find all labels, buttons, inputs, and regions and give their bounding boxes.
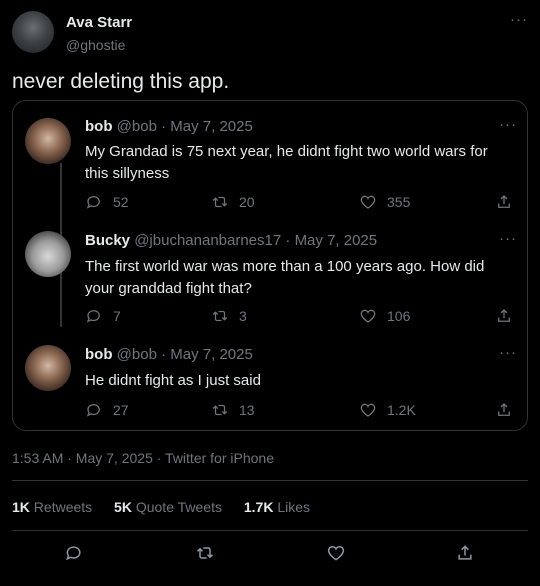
reply-date[interactable]: May 7, 2025 (170, 346, 253, 363)
reply-header: bob @bob · May 7, 2025 (85, 346, 253, 363)
tweet-timestamp[interactable]: 1:53 AM · May 7, 2025 · Twitter for iPho… (12, 450, 274, 466)
reply-author-name[interactable]: Bucky (85, 232, 130, 249)
more-icon[interactable]: ··· (499, 117, 517, 132)
reply-author-handle[interactable]: @bob (117, 118, 157, 135)
share-icon (458, 545, 472, 560)
reply-action-button[interactable] (64, 543, 84, 568)
reply-count: 27 (113, 402, 129, 418)
retweet-button[interactable]: 3 (211, 307, 247, 325)
like-icon (360, 309, 376, 323)
like-icon (360, 195, 376, 209)
retweets-stat[interactable]: 1K Retweets (12, 499, 96, 515)
reply-author-name[interactable]: bob (85, 118, 113, 135)
author-name[interactable]: Ava Starr (66, 14, 132, 31)
quotes-stat[interactable]: 5K Quote Tweets (114, 499, 226, 515)
more-icon[interactable]: ··· (499, 231, 517, 246)
author-handle[interactable]: @ghostie (66, 37, 125, 53)
retweets-label: Retweets (33, 499, 93, 515)
reply-avatar[interactable] (25, 231, 71, 277)
author-avatar[interactable] (12, 11, 54, 53)
share-button[interactable] (495, 307, 513, 325)
reply-avatar[interactable] (25, 118, 71, 164)
reply-author-handle[interactable]: @bob (117, 346, 157, 363)
retweet-count: 3 (239, 308, 247, 324)
reply-count: 7 (113, 308, 121, 324)
likes-label: Likes (277, 499, 311, 515)
reply-text: He didnt fight as I just said (85, 372, 261, 389)
likes-count: 1.7K (243, 499, 274, 515)
reply-icon (86, 404, 100, 417)
share-button[interactable] (495, 401, 513, 419)
reply-icon (65, 546, 81, 561)
retweet-icon (196, 547, 214, 559)
like-button[interactable]: 106 (359, 307, 410, 325)
reply-button[interactable]: 7 (85, 307, 121, 325)
reply-icon (86, 310, 100, 323)
reply-header: Bucky @jbuchananbarnes17 · May 7, 2025 (85, 232, 377, 249)
like-button[interactable]: 355 (359, 193, 410, 211)
share-icon (498, 403, 510, 416)
retweets-count: 1K (12, 499, 30, 515)
reply-button[interactable]: 52 (85, 193, 129, 211)
retweet-action-button[interactable] (195, 543, 215, 568)
reply-date[interactable]: May 7, 2025 (295, 232, 378, 249)
share-button[interactable] (495, 193, 513, 211)
reply-author-handle[interactable]: @jbuchananbarnes17 (134, 232, 281, 249)
like-count: 1.2K (387, 402, 416, 418)
quoted-thread-card[interactable]: bob @bob · May 7, 2025 ··· My Grandad is… (12, 100, 528, 431)
retweet-icon (212, 404, 228, 416)
share-action-button[interactable] (455, 543, 475, 568)
more-icon[interactable]: ··· (510, 12, 528, 27)
reply-icon (86, 196, 100, 209)
retweet-icon (212, 310, 228, 322)
reply-author-name[interactable]: bob (85, 346, 113, 363)
like-count: 355 (387, 194, 411, 210)
like-icon (360, 403, 376, 417)
divider (12, 480, 528, 481)
tweet-text: never deleting this app. (12, 70, 230, 93)
reply-avatar[interactable] (25, 345, 71, 391)
reply-button[interactable]: 27 (85, 401, 129, 419)
share-icon (498, 195, 510, 208)
reply-date[interactable]: May 7, 2025 (170, 118, 253, 135)
retweet-button[interactable]: 20 (211, 193, 255, 211)
reply-count: 52 (113, 194, 129, 210)
more-icon[interactable]: ··· (499, 345, 517, 360)
like-action-button[interactable] (326, 543, 346, 568)
reply-text: My Grandad is 75 next year, he didnt fig… (85, 143, 488, 182)
likes-stat[interactable]: 1.7K Likes (244, 499, 310, 515)
separator: · (285, 232, 291, 249)
retweet-count: 13 (239, 402, 255, 418)
separator: · (161, 118, 167, 135)
like-icon (327, 545, 345, 561)
retweet-button[interactable]: 13 (211, 401, 255, 419)
divider (12, 530, 528, 531)
like-button[interactable]: 1.2K (359, 401, 416, 419)
share-icon (498, 309, 510, 322)
like-count: 106 (387, 308, 411, 324)
retweet-icon (212, 196, 228, 208)
stats-row: 1K Retweets 5K Quote Tweets 1.7K Likes (12, 499, 310, 515)
reply-header: bob @bob · May 7, 2025 (85, 118, 253, 135)
reply-text: The first world war was more than a 100 … (85, 258, 485, 297)
thread-line (60, 277, 62, 327)
retweet-count: 20 (239, 194, 255, 210)
quotes-label: Quote Tweets (135, 499, 222, 515)
quotes-count: 5K (114, 499, 132, 515)
separator: · (161, 346, 167, 363)
